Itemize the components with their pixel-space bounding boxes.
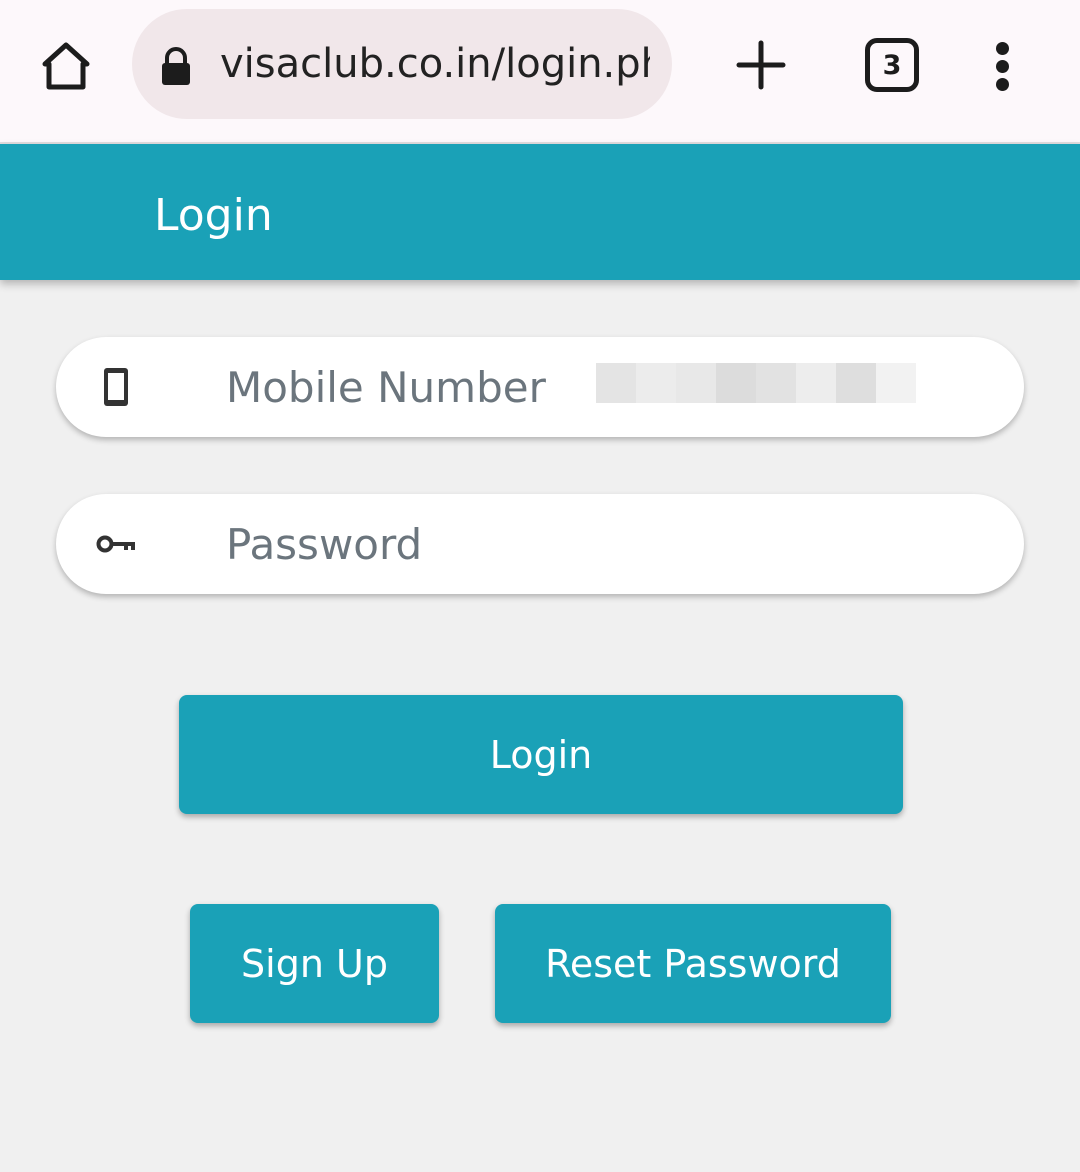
reset-password-button[interactable]: Reset Password — [495, 904, 891, 1023]
browser-toolbar: visaclub.co.in/login.php 3 — [0, 0, 1080, 144]
lock-icon — [162, 47, 190, 85]
key-icon — [96, 535, 135, 553]
login-button[interactable]: Login — [179, 695, 903, 814]
tab-count: 3 — [882, 49, 902, 81]
address-bar[interactable]: visaclub.co.in/login.php — [132, 9, 672, 119]
plus-icon — [736, 40, 786, 90]
redacted-value — [596, 353, 920, 413]
password-field[interactable] — [56, 494, 1024, 594]
mobile-phone-icon — [104, 368, 128, 406]
tab-switcher-button[interactable]: 3 — [865, 38, 919, 92]
more-vert-icon[interactable] — [984, 36, 1024, 96]
sign-up-button[interactable]: Sign Up — [190, 904, 439, 1023]
new-tab-button[interactable] — [730, 34, 792, 96]
page-title: Login — [154, 190, 273, 241]
mobile-number-field[interactable] — [56, 337, 1024, 437]
app-header: Login — [0, 144, 1080, 280]
password-input[interactable] — [226, 516, 926, 572]
home-icon — [42, 42, 90, 90]
home-button[interactable] — [36, 36, 96, 96]
url-text: visaclub.co.in/login.php — [220, 41, 650, 87]
